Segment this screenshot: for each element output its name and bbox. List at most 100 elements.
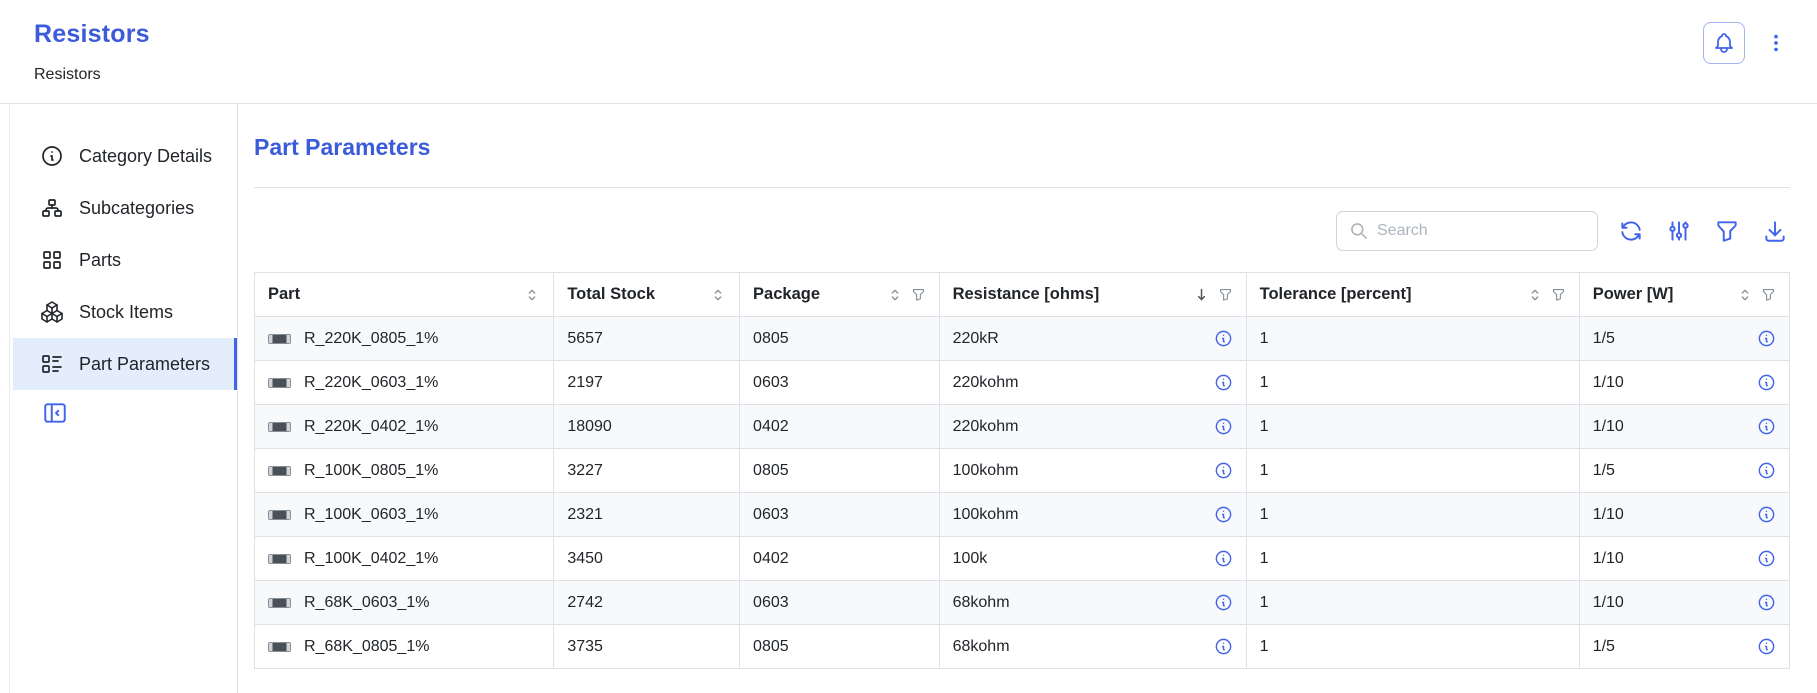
package-value: 0805 [753,462,789,479]
tolerance-value: 1 [1260,550,1269,567]
column-header-total-stock[interactable]: Total Stock [554,273,740,317]
page-body: Category Details Subcategories Parts [0,104,1817,693]
sort-icon[interactable] [710,287,726,303]
sidebar-collapse-button[interactable] [42,400,68,426]
total-stock-cell: 18090 [554,405,740,449]
table-row[interactable]: R_100K_0402_1% 3450 0402 100k 1 1/10 [255,537,1790,581]
column-header-tolerance[interactable]: Tolerance [percent] [1246,273,1579,317]
sort-icon[interactable] [887,287,903,303]
page-title: Resistors [34,20,150,49]
total-stock-cell: 2321 [554,493,740,537]
table-row[interactable]: R_100K_0805_1% 3227 0805 100kohm 1 1/5 [255,449,1790,493]
column-settings-button[interactable] [1664,216,1694,246]
sitemap-icon [40,196,64,220]
sidebar-item-label: Part Parameters [79,354,210,375]
info-icon[interactable] [1214,637,1233,656]
sort-icon[interactable] [1737,287,1753,303]
table-row[interactable]: R_100K_0603_1% 2321 0603 100kohm 1 1/10 [255,493,1790,537]
notifications-button[interactable] [1703,22,1745,64]
sort-icon[interactable] [524,287,540,303]
column-header-package[interactable]: Package [740,273,940,317]
part-cell[interactable]: R_68K_0805_1% [255,625,554,669]
part-parameters-table: Part Total Stock [254,272,1790,669]
column-header-resistance[interactable]: Resistance [ohms] [939,273,1246,317]
package-value: 0402 [753,418,789,435]
column-filter-icon[interactable] [1761,287,1776,302]
info-icon[interactable] [1757,417,1776,436]
menu-button[interactable] [1761,22,1791,64]
info-icon[interactable] [1757,461,1776,480]
table-toolbar [254,210,1790,252]
total-stock-value: 2197 [567,374,603,391]
info-icon[interactable] [1757,329,1776,348]
sidebar-item-stock-items[interactable]: Stock Items [13,286,237,338]
part-cell[interactable]: R_100K_0402_1% [255,537,554,581]
info-icon[interactable] [1214,417,1233,436]
resistance-cell: 220kR [939,317,1246,361]
part-name: R_100K_0805_1% [304,462,438,480]
info-icon[interactable] [1757,505,1776,524]
part-cell[interactable]: R_220K_0402_1% [255,405,554,449]
power-cell: 1/10 [1579,537,1789,581]
part-name: R_68K_0603_1% [304,594,429,612]
table-row[interactable]: R_68K_0805_1% 3735 0805 68kohm 1 1/5 [255,625,1790,669]
power-value: 1/5 [1593,330,1615,348]
table-row[interactable]: R_68K_0603_1% 2742 0603 68kohm 1 1/10 [255,581,1790,625]
resistance-value: 220kR [953,330,999,348]
download-button[interactable] [1760,216,1790,246]
part-name: R_220K_0805_1% [304,330,438,348]
info-icon[interactable] [1214,373,1233,392]
column-header-part[interactable]: Part [255,273,554,317]
sidebar-item-subcategories[interactable]: Subcategories [13,182,237,234]
table-row[interactable]: R_220K_0805_1% 5657 0805 220kR 1 1/5 [255,317,1790,361]
total-stock-value: 5657 [567,330,603,347]
refresh-button[interactable] [1616,216,1646,246]
info-icon[interactable] [1214,329,1233,348]
total-stock-cell: 2197 [554,361,740,405]
part-cell[interactable]: R_100K_0603_1% [255,493,554,537]
sidebar-item-category-details[interactable]: Category Details [13,130,237,182]
part-cell[interactable]: R_220K_0805_1% [255,317,554,361]
resistance-cell: 100k [939,537,1246,581]
info-icon[interactable] [1214,505,1233,524]
resistance-cell: 220kohm [939,405,1246,449]
part-name: R_220K_0402_1% [304,418,438,436]
package-value: 0603 [753,594,789,611]
part-cell[interactable]: R_100K_0805_1% [255,449,554,493]
sort-desc-icon[interactable] [1193,286,1210,303]
table-row[interactable]: R_220K_0603_1% 2197 0603 220kohm 1 1/10 [255,361,1790,405]
adjustments-icon [1666,218,1692,244]
column-filter-icon[interactable] [1551,287,1566,302]
search-box[interactable] [1336,211,1598,251]
column-filter-icon[interactable] [1218,287,1233,302]
info-icon[interactable] [1214,461,1233,480]
column-label: Resistance [ohms] [953,285,1100,304]
table-row[interactable]: R_220K_0402_1% 18090 0402 220kohm 1 1/10 [255,405,1790,449]
total-stock-value: 2742 [567,594,603,611]
total-stock-value: 18090 [567,418,612,435]
part-cell[interactable]: R_220K_0603_1% [255,361,554,405]
resistor-chip-icon [268,596,291,610]
filter-button[interactable] [1712,216,1742,246]
part-cell[interactable]: R_68K_0603_1% [255,581,554,625]
info-icon[interactable] [1214,593,1233,612]
breadcrumb[interactable]: Resistors [34,66,150,84]
info-icon[interactable] [1757,549,1776,568]
info-icon[interactable] [1214,549,1233,568]
total-stock-value: 3227 [567,462,603,479]
info-icon[interactable] [1757,593,1776,612]
resistance-cell: 100kohm [939,449,1246,493]
column-filter-icon[interactable] [911,287,926,302]
tolerance-cell: 1 [1246,493,1579,537]
sort-icon[interactable] [1527,287,1543,303]
resistor-chip-icon [268,332,291,346]
part-name: R_100K_0603_1% [304,506,438,524]
sidebar-item-part-parameters[interactable]: Part Parameters [13,338,237,390]
info-icon[interactable] [1757,373,1776,392]
column-header-power[interactable]: Power [W] [1579,273,1789,317]
sidebar-item-label: Parts [79,250,121,271]
sidebar-item-parts[interactable]: Parts [13,234,237,286]
search-input[interactable] [1377,222,1585,240]
info-icon[interactable] [1757,637,1776,656]
search-icon [1349,221,1369,241]
